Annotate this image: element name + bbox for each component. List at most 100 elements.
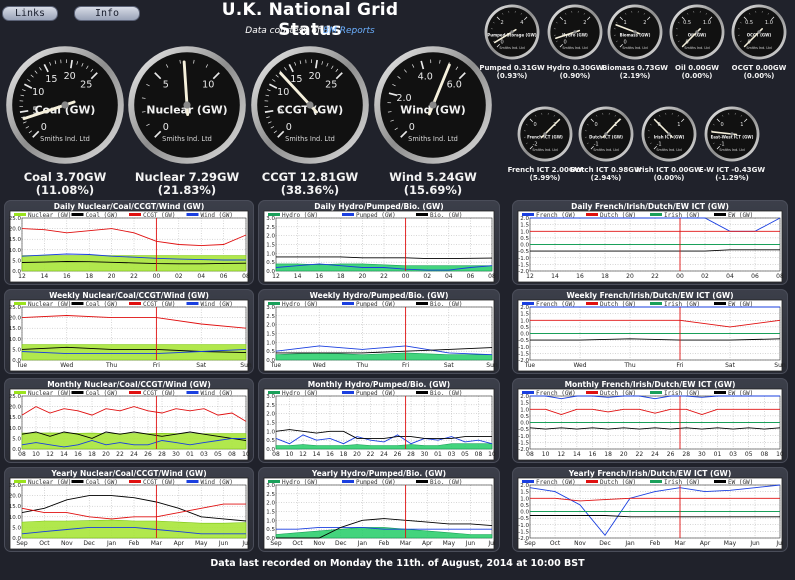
chart-panel-2: Daily French/Irish/Dutch/EW ICT (GW) Fren…: [512, 200, 788, 285]
x-tick-label: Jul: [775, 540, 784, 547]
x-tick-label: 20: [353, 451, 361, 458]
page-subtitle: Data courtesy of BM Reports: [230, 26, 390, 36]
x-tick-label: Sun: [486, 362, 498, 369]
gauge-brand: Smiths Ind. Ltd: [408, 135, 458, 143]
x-tick-label: 18: [604, 451, 612, 458]
y-tick-label: -0.5: [518, 516, 529, 522]
legend-swatch: [129, 213, 141, 216]
x-tick-label: 01: [434, 451, 442, 458]
links-button[interactable]: Links: [2, 6, 58, 21]
chart-svg: Nuclear (GW) Coal (GW) CCGT (GW) Wind (GW)0…: [9, 388, 250, 461]
legend-swatch: [71, 480, 84, 483]
info-button[interactable]: Info: [74, 6, 140, 21]
legend-swatch: [71, 391, 84, 394]
gauge-tick-label: 2: [643, 20, 646, 26]
x-tick-label: 08: [18, 451, 26, 458]
x-tick-label: Jun: [465, 540, 476, 547]
y-tick-label: 20.0: [9, 227, 22, 233]
x-tick-label: 08: [475, 451, 483, 458]
y-tick-label: 5.0: [12, 525, 21, 531]
x-tick-label: Sep: [270, 540, 282, 547]
x-tick-label: Wed: [313, 362, 326, 369]
x-tick-label: 22: [130, 273, 138, 280]
gauge-percent-label: (-1.29%): [715, 174, 749, 182]
x-tick-label: 05: [214, 451, 222, 458]
x-tick-label: 10: [488, 451, 496, 458]
last-recorded-text: Data last recorded on Monday the 11th. o…: [210, 558, 585, 569]
chart-panel-0: Daily Nuclear/Coal/CCGT/Wind (GW) Nuclear…: [4, 200, 254, 285]
gauge-tick-label: 0: [41, 122, 47, 133]
x-tick-label: 03: [729, 451, 737, 458]
x-tick-label: Fri: [676, 362, 683, 369]
x-tick-label: 08: [526, 451, 534, 458]
y-tick-label: 0.5: [520, 503, 529, 509]
y-tick-label: 1.0: [266, 429, 275, 435]
x-tick-label: 02: [175, 273, 183, 280]
y-tick-label: 5.0: [12, 258, 21, 264]
gauge-dial: -202French ICT (GW)Smiths Ind. Ltd: [517, 106, 573, 162]
x-tick-label: 28: [407, 451, 415, 458]
x-tick-label: Jul: [487, 540, 496, 547]
x-tick-label: Apr: [174, 540, 185, 547]
y-tick-label: -1.0: [518, 345, 529, 351]
x-tick-label: Sat: [444, 362, 454, 369]
chart-panel-9: Yearly Nuclear/Coal/CCGT/Wind (GW) Nuclea…: [4, 467, 254, 552]
chart-svg: French (GW) Dutch (GW) Irish (GW) EW (GW)-2…: [517, 299, 786, 372]
x-tick-label: 18: [88, 451, 96, 458]
x-tick-label: 10: [242, 451, 250, 458]
y-tick-label: 0.5: [520, 236, 529, 242]
gauge-readout: Nuclear 7.29GW (21.83%): [122, 171, 252, 197]
x-tick-label: 12: [46, 451, 54, 458]
x-tick-label: 14: [60, 451, 68, 458]
gauge-small6: -1 0 1 Dutch ICT (GW) Smiths Ind. Ltd: [578, 106, 634, 162]
x-tick-label: 20: [102, 451, 110, 458]
gauge-tick-label: 1: [677, 122, 680, 128]
y-tick-label: 25.0: [9, 216, 22, 222]
x-tick-label: 22: [380, 273, 388, 280]
gauge-tick-label: 20: [64, 71, 76, 82]
bm-reports-link[interactable]: BM Reports: [323, 26, 375, 36]
y-tick-label: 2.5: [266, 492, 275, 498]
x-tick-label: Jan: [106, 540, 116, 547]
y-tick-label: 25.0: [9, 483, 22, 489]
legend-swatch: [586, 480, 598, 483]
legend-swatch: [186, 391, 199, 394]
y-tick-label: 3.0: [266, 305, 275, 311]
gauge-dial: 01 2Hydro (GW)Smiths Ind. Ltd: [547, 4, 603, 60]
x-tick-label: 08: [228, 451, 236, 458]
gauge-percent-label: (21.83%): [157, 183, 217, 197]
gauge-tick-label: 4: [520, 20, 523, 26]
x-tick-label: May: [724, 540, 737, 547]
y-tick-label: 1.5: [266, 510, 275, 516]
gauge-readout: E-W ICT -0.43GW (-1.29%): [692, 166, 772, 182]
gauge-tick-label: 1: [623, 20, 626, 26]
legend-swatch: [342, 213, 354, 216]
gauge-small2: 0 1 2 Biomass (GW) Smiths Ind. Ltd: [607, 4, 663, 60]
x-tick-label: 12: [299, 451, 307, 458]
gauge-dial: 00.51.0OCGT (GW)Smiths Ind. Ltd: [731, 4, 787, 60]
gauge-tick-label: -1: [657, 142, 662, 148]
x-tick-label: 14: [551, 273, 559, 280]
y-tick-label: 15.0: [9, 326, 22, 332]
x-tick-label: Dec: [83, 540, 95, 547]
y-tick-label: 1.5: [266, 332, 275, 338]
x-tick-label: 01: [186, 451, 194, 458]
gauge-big0: 0 5 10 15 20 25 Coal (GW) Smiths Ind. Ltd: [5, 45, 125, 165]
gauge-tick-label: 10: [277, 87, 289, 98]
gauge-tick-label: 0: [623, 40, 626, 46]
x-tick-label: 16: [326, 451, 334, 458]
gauge-brand: Smiths Ind. Ltd: [684, 46, 709, 50]
x-tick-label: Jan: [357, 540, 367, 547]
x-tick-label: Thu: [623, 362, 635, 369]
y-tick-label: 0.5: [266, 260, 275, 266]
chart-svg: French (GW) Dutch (GW) Irish (GW) EW (GW)-2…: [517, 477, 784, 550]
x-tick-label: Sat: [725, 362, 735, 369]
y-tick-label: 20.0: [9, 494, 22, 500]
x-tick-label: 22: [367, 451, 375, 458]
y-tick-label: 10.0: [9, 426, 22, 432]
x-tick-label: Oct: [39, 540, 50, 547]
legend-swatch: [186, 213, 199, 216]
gauge-tick-label: 0: [594, 122, 597, 128]
x-tick-label: Sep: [524, 540, 536, 547]
y-tick-label: 0.5: [266, 527, 275, 533]
